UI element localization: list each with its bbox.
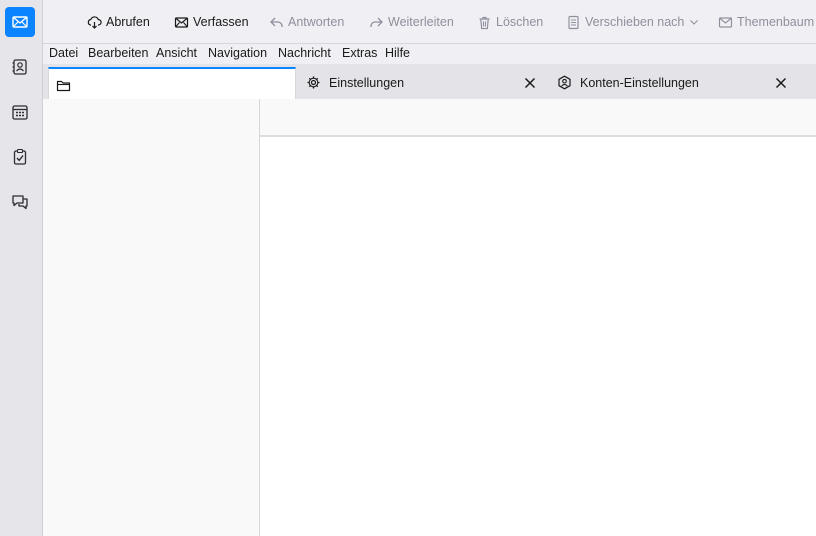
get-messages-label: Abrufen: [106, 15, 150, 29]
trash-icon: [479, 16, 490, 29]
get-messages-button[interactable]: Abrufen: [87, 12, 150, 32]
thread-pane-header: [260, 99, 816, 137]
chat-icon: [12, 195, 28, 210]
cloud-download-icon: [87, 15, 102, 29]
forward-button[interactable]: Weiterleiten: [369, 12, 454, 32]
menu-message[interactable]: Nachricht: [278, 46, 331, 60]
reply-icon: [270, 17, 283, 27]
delete-label: Löschen: [496, 15, 544, 29]
reply-label: Antworten: [288, 15, 345, 29]
tab-account-settings[interactable]: Konten-Einstellungen: [548, 66, 799, 99]
mail-icon: [12, 16, 28, 28]
folder-icon: [56, 80, 71, 91]
mail-space-button[interactable]: [5, 7, 35, 37]
tasks-icon: [13, 148, 27, 165]
menu-file[interactable]: Datei: [49, 46, 78, 60]
message-list-area[interactable]: [260, 137, 816, 536]
menu-view[interactable]: Ansicht: [156, 46, 197, 60]
reply-button[interactable]: Antworten: [269, 12, 344, 32]
menu-edit[interactable]: Bearbeiten: [88, 46, 148, 60]
menu-tools[interactable]: Extras: [342, 46, 377, 60]
address-book-space-button[interactable]: [5, 52, 35, 82]
calendar-space-button[interactable]: [5, 97, 35, 127]
folder-pane[interactable]: [43, 99, 260, 536]
forward-icon: [370, 17, 383, 27]
chat-space-button[interactable]: [5, 187, 35, 217]
menu-help[interactable]: Hilfe: [385, 46, 410, 60]
delete-button[interactable]: Löschen: [477, 12, 543, 32]
tab-account-settings-label: Konten-Einstellungen: [580, 75, 699, 90]
menu-bar: Datei Bearbeiten Ansicht Navigation Nach…: [43, 44, 816, 64]
account-settings-icon: [558, 75, 571, 90]
close-icon[interactable]: [775, 77, 787, 89]
tab-strip: Einstellungen Konten-Einstellungen: [43, 64, 816, 101]
address-book-icon: [12, 59, 27, 75]
calendar-icon: [12, 105, 28, 120]
mail-toolbar: Abrufen Verfassen Antworten Weiterleiten…: [43, 0, 816, 44]
forward-label: Weiterleiten: [388, 15, 454, 29]
write-button[interactable]: Verfassen: [174, 12, 249, 32]
chevron-down-icon: [690, 20, 699, 25]
tab-settings[interactable]: Einstellungen: [297, 66, 548, 99]
gear-icon: [307, 76, 320, 89]
move-to-button[interactable]: Verschieben nach: [566, 12, 704, 32]
spaces-toolbar: [0, 0, 43, 536]
close-icon[interactable]: [524, 77, 536, 89]
tab-settings-label: Einstellungen: [329, 75, 405, 90]
tab-mail[interactable]: [48, 67, 296, 101]
conversation-button[interactable]: Themenbaum: [718, 12, 814, 32]
move-document-icon: [568, 15, 579, 29]
menu-go[interactable]: Navigation: [208, 46, 267, 60]
write-label: Verfassen: [193, 15, 249, 29]
move-to-label: Verschieben nach: [585, 15, 685, 29]
tasks-space-button[interactable]: [5, 142, 35, 172]
conversation-label: Themenbaum: [737, 15, 815, 29]
conversation-icon: [718, 16, 733, 28]
compose-icon: [174, 16, 189, 28]
